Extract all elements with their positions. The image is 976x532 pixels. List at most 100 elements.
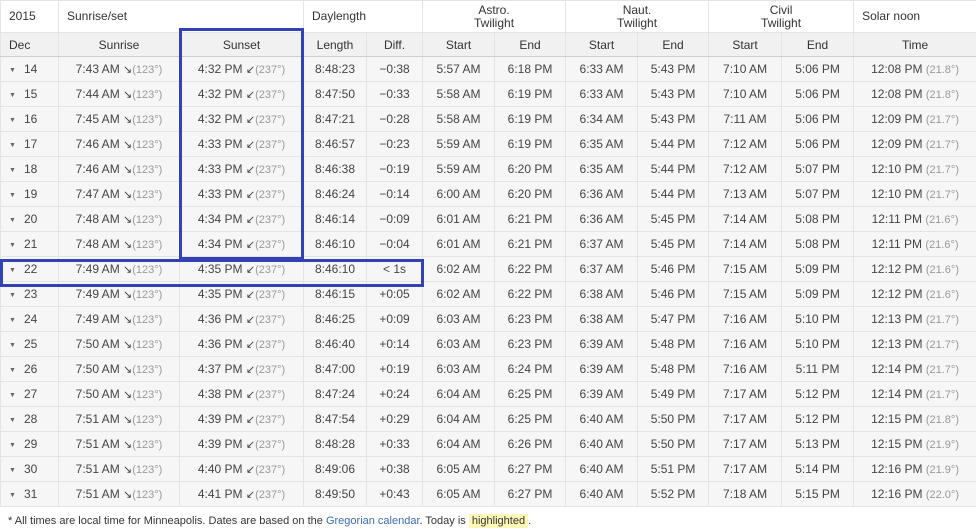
sunrise-direction-arrow-icon: ↘ <box>123 364 133 376</box>
sunrise-direction-arrow-icon: ↘ <box>123 439 133 451</box>
day-cell[interactable]: ▼ 24 <box>0 306 59 332</box>
diff-cell: +0:14 <box>365 331 424 357</box>
day-cell[interactable]: ▼ 30 <box>0 456 59 482</box>
sunrise-time: 7:51 AM <box>75 437 120 451</box>
expand-triangle-icon[interactable]: ▼ <box>9 142 16 149</box>
naut-start-cell: 6:33 AM <box>565 81 639 107</box>
sunrise-azimuth: (123°) <box>132 489 163 501</box>
expand-triangle-icon[interactable]: ▼ <box>9 167 16 174</box>
day-cell[interactable]: ▼ 23 <box>0 281 59 307</box>
expand-triangle-icon[interactable]: ▼ <box>9 192 16 199</box>
naut-end-cell: 5:43 PM <box>637 56 710 82</box>
naut-end-cell: 5:44 PM <box>637 181 710 207</box>
day-cell[interactable]: ▼ 22 <box>0 256 59 282</box>
table-row: ▼ 27 7:50 AM ↘(123°) 4:38 PM ↙(237°) 8:47:24… <box>0 381 976 407</box>
day-cell[interactable]: ▼ 14 <box>0 56 59 82</box>
sunrise-azimuth: (123°) <box>132 314 163 326</box>
day-cell[interactable]: ▼ 31 <box>0 481 59 507</box>
table-row: ▼ 14 7:43 AM ↘(123°) 4:32 PM ↙(237°) 8:48:23… <box>0 56 976 82</box>
sunrise-direction-arrow-icon: ↘ <box>123 89 133 101</box>
naut-end-cell: 5:50 PM <box>637 406 710 432</box>
noon-altitude: (21.6°) <box>925 239 959 251</box>
astro-start-cell: 6:04 AM <box>422 431 496 457</box>
expand-triangle-icon[interactable]: ▼ <box>9 242 16 249</box>
sunset-direction-arrow-icon: ↙ <box>245 389 256 401</box>
expand-triangle-icon[interactable]: ▼ <box>9 467 16 474</box>
diff-cell: −0:38 <box>365 56 424 82</box>
expand-triangle-icon[interactable]: ▼ <box>9 92 16 99</box>
civil-start-cell: 7:17 AM <box>708 406 783 432</box>
length-cell: 8:48:28 <box>303 431 367 457</box>
sunset-time: 4:41 PM <box>197 487 243 501</box>
expand-triangle-icon[interactable]: ▼ <box>9 492 16 499</box>
astro-start-header: Start <box>422 32 496 57</box>
sunset-direction-arrow-icon: ↙ <box>245 214 256 226</box>
sunset-cell: 4:39 PM ↙(237°) <box>179 406 304 432</box>
expand-triangle-icon[interactable]: ▼ <box>9 267 16 274</box>
day-cell[interactable]: ▼ 18 <box>0 156 59 182</box>
naut-start-cell: 6:40 AM <box>565 456 639 482</box>
noon-time: 12:13 PM <box>871 337 923 351</box>
day-cell[interactable]: ▼ 28 <box>0 406 59 432</box>
diff-cell: −0:19 <box>365 156 424 182</box>
day-cell[interactable]: ▼ 25 <box>0 331 59 357</box>
day-cell[interactable]: ▼ 17 <box>0 131 59 157</box>
expand-triangle-icon[interactable]: ▼ <box>9 67 16 74</box>
astro-start-cell: 6:03 AM <box>422 331 496 357</box>
diff-cell: +0:38 <box>365 456 424 482</box>
expand-triangle-icon[interactable]: ▼ <box>9 117 16 124</box>
day-cell[interactable]: ▼ 20 <box>0 206 59 232</box>
table-row: ▼ 28 7:51 AM ↘(123°) 4:39 PM ↙(237°) 8:47:54… <box>0 406 976 432</box>
noon-altitude: (21.8°) <box>925 64 959 76</box>
sunrise-time: 7:49 AM <box>75 287 120 301</box>
expand-triangle-icon[interactable]: ▼ <box>9 217 16 224</box>
sunset-direction-arrow-icon: ↙ <box>245 64 256 76</box>
noon-time: 12:08 PM <box>871 87 923 101</box>
day-cell[interactable]: ▼ 21 <box>0 231 59 257</box>
day-cell[interactable]: ▼ 26 <box>0 356 59 382</box>
astro-start-cell: 5:58 AM <box>422 81 496 107</box>
civil-end-cell: 5:13 PM <box>781 431 855 457</box>
day-cell[interactable]: ▼ 16 <box>0 106 59 132</box>
solarnoon-header: Solar noon <box>853 0 976 33</box>
expand-triangle-icon[interactable]: ▼ <box>9 342 16 349</box>
expand-triangle-icon[interactable]: ▼ <box>9 367 16 374</box>
table-row: ▼ 20 7:48 AM ↘(123°) 4:34 PM ↙(237°) 8:46:14… <box>0 206 976 232</box>
astro-start-cell: 6:03 AM <box>422 356 496 382</box>
expand-triangle-icon[interactable]: ▼ <box>9 392 16 399</box>
sunrise-direction-arrow-icon: ↘ <box>123 339 133 351</box>
noon-time: 12:11 PM <box>871 212 923 226</box>
length-cell: 8:47:24 <box>303 381 367 407</box>
day-cell[interactable]: ▼ 19 <box>0 181 59 207</box>
expand-triangle-icon[interactable]: ▼ <box>9 317 16 324</box>
astro-start-cell: 6:04 AM <box>422 406 496 432</box>
solar-noon-cell: 12:11 PM (21.6°) <box>853 231 976 257</box>
naut-start-cell: 6:37 AM <box>565 256 639 282</box>
expand-triangle-icon[interactable]: ▼ <box>9 442 16 449</box>
day-cell[interactable]: ▼ 29 <box>0 431 59 457</box>
civil-end-cell: 5:08 PM <box>781 206 855 232</box>
noon-altitude: (21.6°) <box>925 264 959 276</box>
diff-cell: +0:09 <box>365 306 424 332</box>
astro-end-cell: 6:25 PM <box>494 381 567 407</box>
day-cell[interactable]: ▼ 15 <box>0 81 59 107</box>
sunrise-time: 7:51 AM <box>75 412 120 426</box>
noon-altitude: (21.9°) <box>925 439 959 451</box>
sunrise-time: 7:50 AM <box>75 362 120 376</box>
sunset-cell: 4:40 PM ↙(237°) <box>179 456 304 482</box>
civil-start-cell: 7:18 AM <box>708 481 783 507</box>
civil-start-header: Start <box>708 32 783 57</box>
sunset-cell: 4:35 PM ↙(237°) <box>179 281 304 307</box>
astro-end-cell: 6:25 PM <box>494 406 567 432</box>
sunriseset-header: Sunrise/set <box>58 0 304 33</box>
sunrise-time: 7:51 AM <box>75 462 120 476</box>
sunset-azimuth: (237°) <box>255 314 286 326</box>
gregorian-calendar-link[interactable]: Gregorian calendar <box>326 515 420 527</box>
expand-triangle-icon[interactable]: ▼ <box>9 417 16 424</box>
civil-start-cell: 7:11 AM <box>708 106 783 132</box>
noon-altitude: (21.7°) <box>925 189 959 201</box>
day-cell[interactable]: ▼ 27 <box>0 381 59 407</box>
expand-triangle-icon[interactable]: ▼ <box>9 292 16 299</box>
sunset-time: 4:40 PM <box>197 462 243 476</box>
day-number: 26 <box>23 362 38 376</box>
